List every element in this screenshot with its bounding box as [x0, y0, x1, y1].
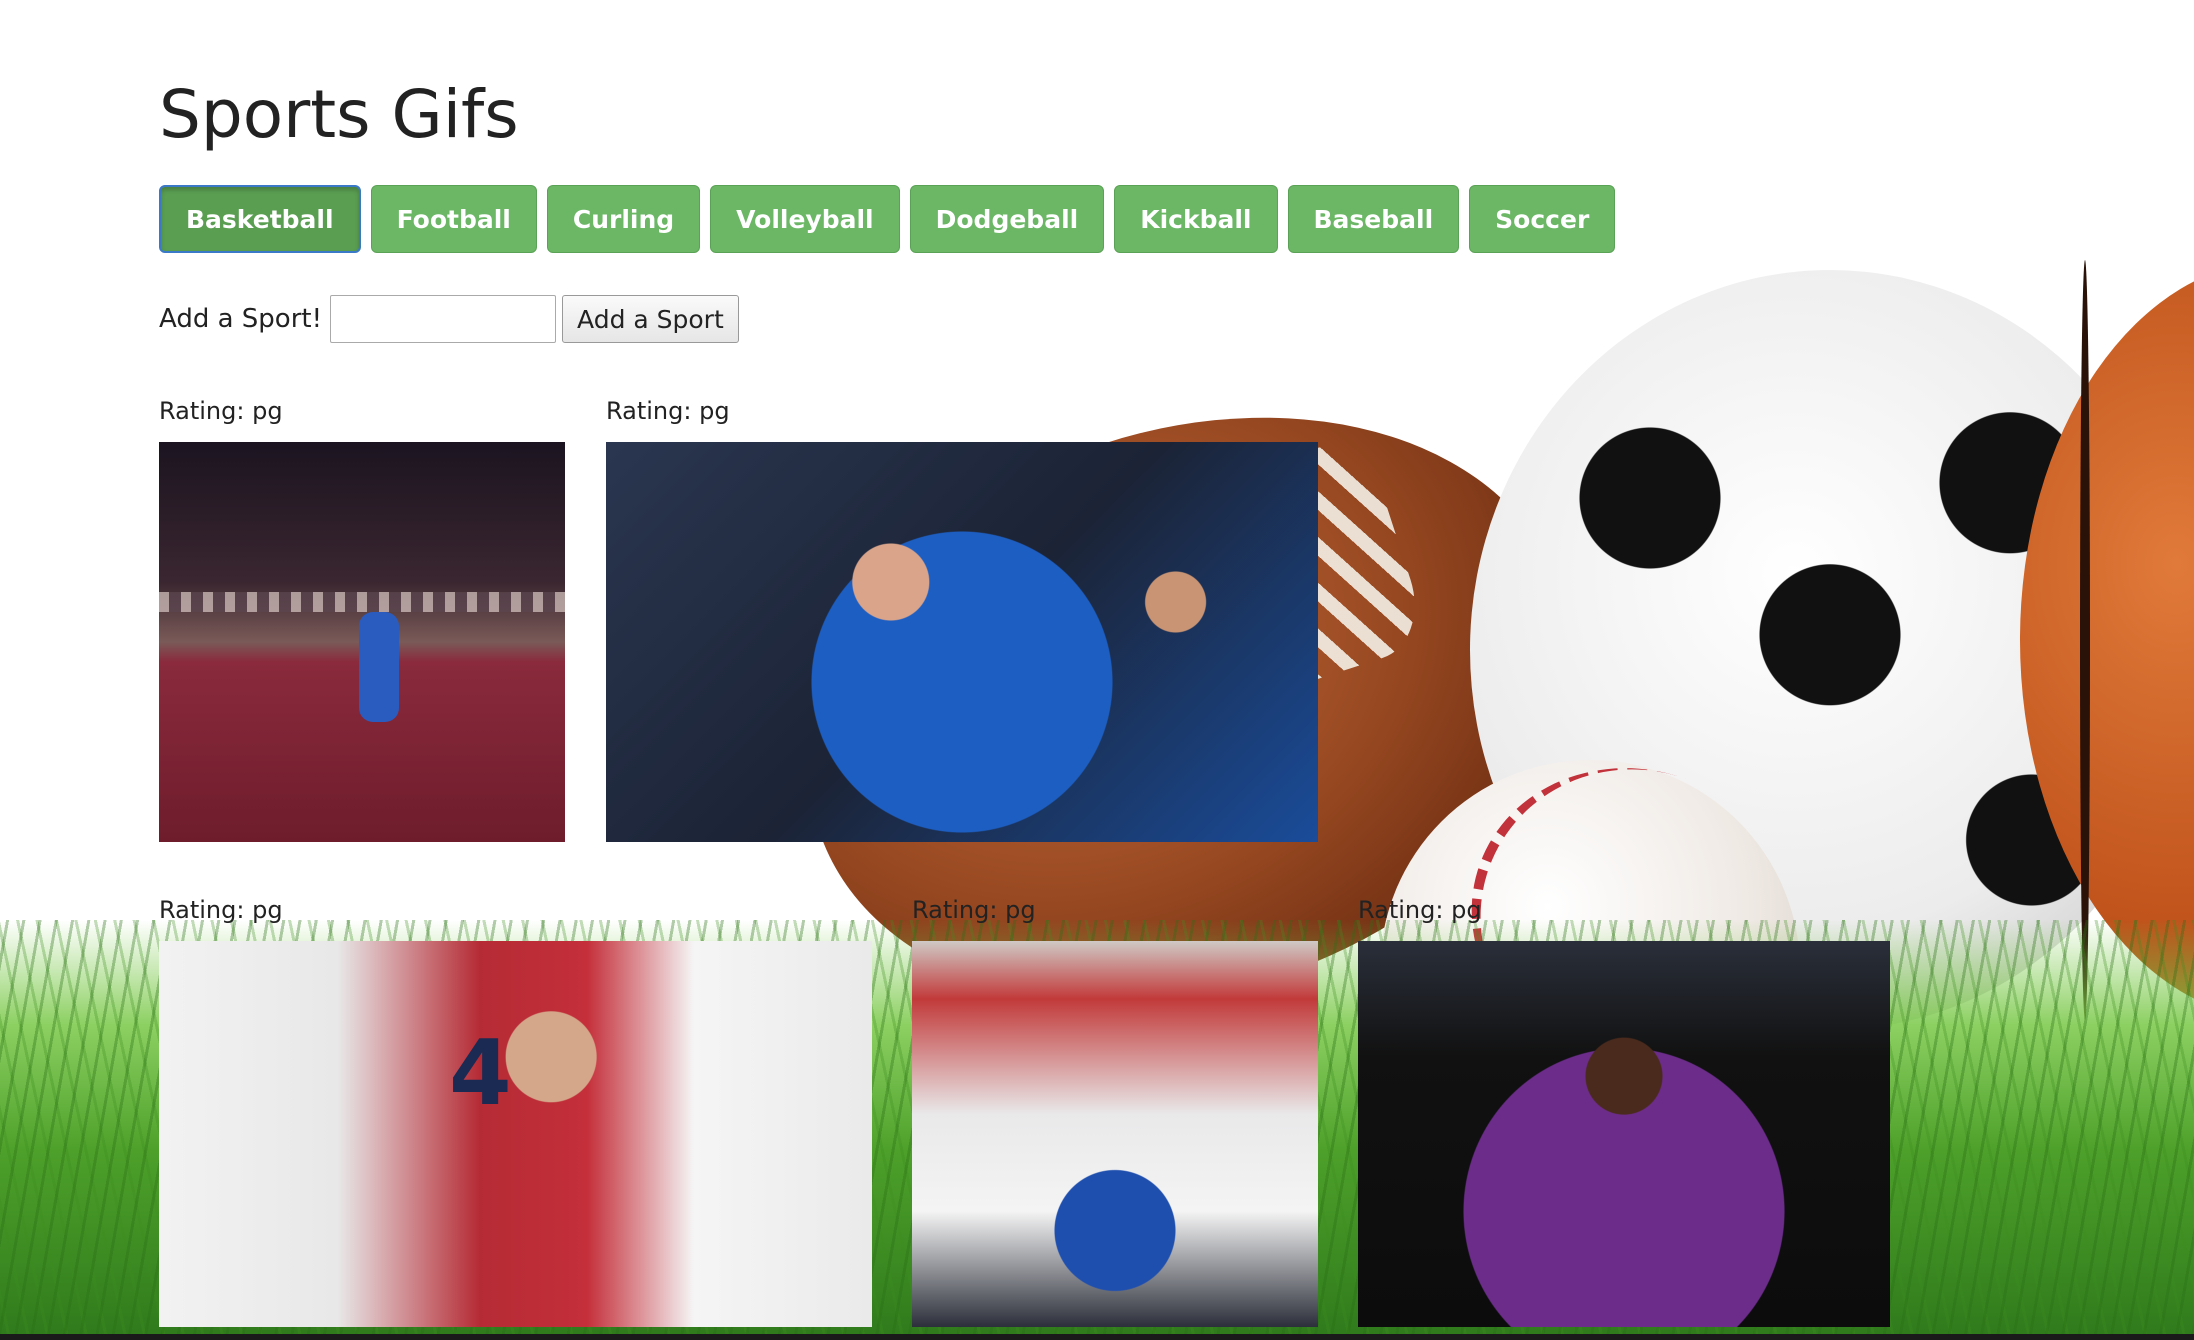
- page-title: Sports Gifs: [159, 76, 519, 154]
- bottom-edge-bar: [0, 1334, 2194, 1340]
- page: Sports Gifs Basketball Football Curling …: [0, 0, 2194, 1340]
- basketball-court-gif[interactable]: [159, 442, 565, 842]
- gif-rating: Rating: pg: [159, 896, 283, 924]
- sport-button-football[interactable]: Football: [370, 185, 537, 253]
- sport-buttons: Basketball Football Curling Volleyball D…: [159, 185, 1616, 255]
- costume-dunk-gif[interactable]: [1358, 941, 1890, 1327]
- warriors-fans-gif[interactable]: [606, 442, 1318, 842]
- add-sport-input[interactable]: [330, 295, 557, 343]
- raptors-players-gif[interactable]: [159, 941, 872, 1327]
- sport-button-volleyball[interactable]: Volleyball: [710, 185, 900, 253]
- gif-rating: Rating: pg: [1358, 896, 1482, 924]
- sport-button-curling[interactable]: Curling: [546, 185, 701, 253]
- sport-button-soccer[interactable]: Soccer: [1469, 185, 1616, 253]
- gif-rating: Rating: pg: [912, 896, 1036, 924]
- gif-card: Rating: pg: [912, 893, 1318, 1327]
- add-sport-label: Add a Sport!: [159, 304, 323, 334]
- gif-rating: Rating: pg: [159, 397, 283, 425]
- add-sport-button[interactable]: Add a Sport: [562, 295, 739, 343]
- gif-rating: Rating: pg: [606, 397, 730, 425]
- gif-card: Rating: pg: [159, 893, 872, 1327]
- gif-card: Rating: pg: [1358, 893, 1890, 1327]
- warriors-bench-gif[interactable]: [912, 941, 1318, 1327]
- sport-button-dodgeball[interactable]: Dodgeball: [909, 185, 1105, 253]
- sport-button-baseball[interactable]: Baseball: [1287, 185, 1460, 253]
- sport-button-kickball[interactable]: Kickball: [1114, 185, 1278, 253]
- add-sport-form: Add a Sport! Add a Sport: [159, 294, 739, 344]
- main-content: Sports Gifs Basketball Football Curling …: [0, 0, 2194, 1340]
- gif-card: Rating: pg: [606, 394, 1318, 842]
- sport-button-basketball[interactable]: Basketball: [159, 185, 361, 253]
- gif-card: Rating: pg: [159, 394, 565, 842]
